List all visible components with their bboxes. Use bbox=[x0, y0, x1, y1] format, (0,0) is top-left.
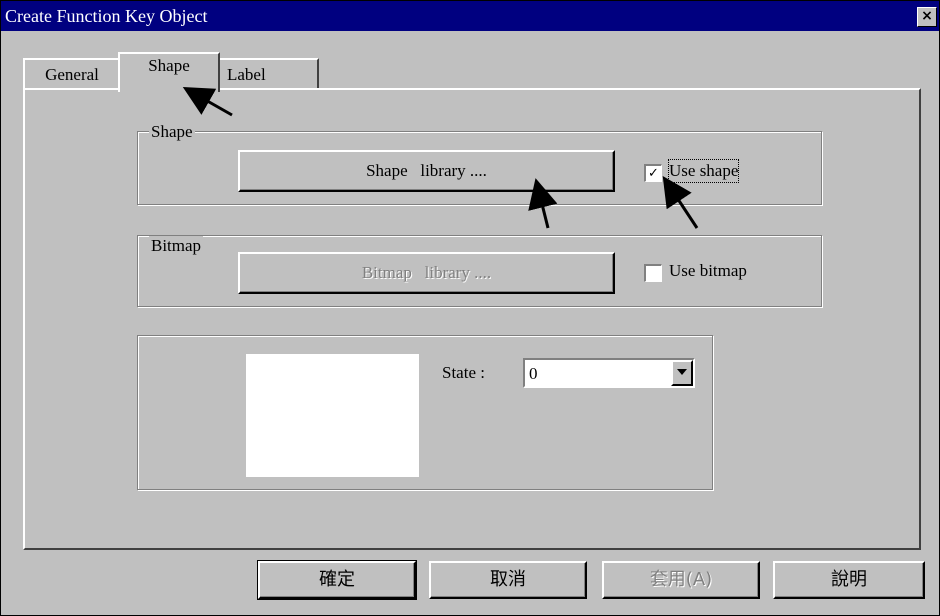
close-button[interactable]: × bbox=[917, 7, 937, 27]
tab-shape[interactable]: Shape bbox=[118, 52, 220, 92]
state-select[interactable]: 0 bbox=[523, 358, 695, 388]
bitmap-library-button[interactable]: Bitmap library .... bbox=[238, 252, 615, 294]
use-bitmap-checkbox[interactable] bbox=[644, 264, 662, 282]
shape-library-button-label: Shape library .... bbox=[366, 161, 487, 180]
use-shape-checkbox[interactable]: ✓ bbox=[644, 164, 662, 182]
checkmark-icon: ✓ bbox=[648, 166, 659, 181]
tab-label-label: Label bbox=[227, 65, 266, 84]
cancel-button-label: 取消 bbox=[490, 569, 526, 590]
shape-preview bbox=[246, 354, 419, 477]
tab-general[interactable]: General bbox=[23, 58, 121, 90]
bitmap-library-button-label: Bitmap library .... bbox=[361, 263, 492, 282]
help-button[interactable]: 說明 bbox=[773, 561, 925, 599]
use-shape-label[interactable]: Use shape bbox=[667, 159, 740, 183]
cancel-button[interactable]: 取消 bbox=[429, 561, 587, 599]
state-label: State : bbox=[442, 363, 485, 382]
create-function-key-dialog: Create Function Key Object × General Sha… bbox=[0, 0, 940, 616]
shape-group-label: Shape bbox=[149, 122, 195, 142]
tab-label[interactable]: Label bbox=[217, 58, 319, 90]
use-bitmap-label[interactable]: Use bitmap bbox=[669, 260, 747, 282]
ok-button-label: 確定 bbox=[319, 569, 355, 590]
help-button-label: 說明 bbox=[831, 569, 867, 590]
chevron-down-icon bbox=[677, 369, 687, 375]
title-bar: Create Function Key Object × bbox=[1, 1, 939, 31]
apply-button-label: 套用(A) bbox=[649, 569, 713, 590]
apply-button[interactable]: 套用(A) bbox=[602, 561, 760, 599]
window-title: Create Function Key Object bbox=[5, 6, 208, 26]
state-dropdown-button[interactable] bbox=[671, 360, 693, 386]
shape-library-button[interactable]: Shape library .... bbox=[238, 150, 615, 192]
tab-shape-label: Shape bbox=[148, 56, 190, 75]
bitmap-group-label: Bitmap bbox=[149, 236, 204, 256]
tab-general-label: General bbox=[45, 65, 99, 84]
ok-button[interactable]: 確定 bbox=[257, 560, 417, 600]
state-value: 0 bbox=[529, 364, 538, 383]
